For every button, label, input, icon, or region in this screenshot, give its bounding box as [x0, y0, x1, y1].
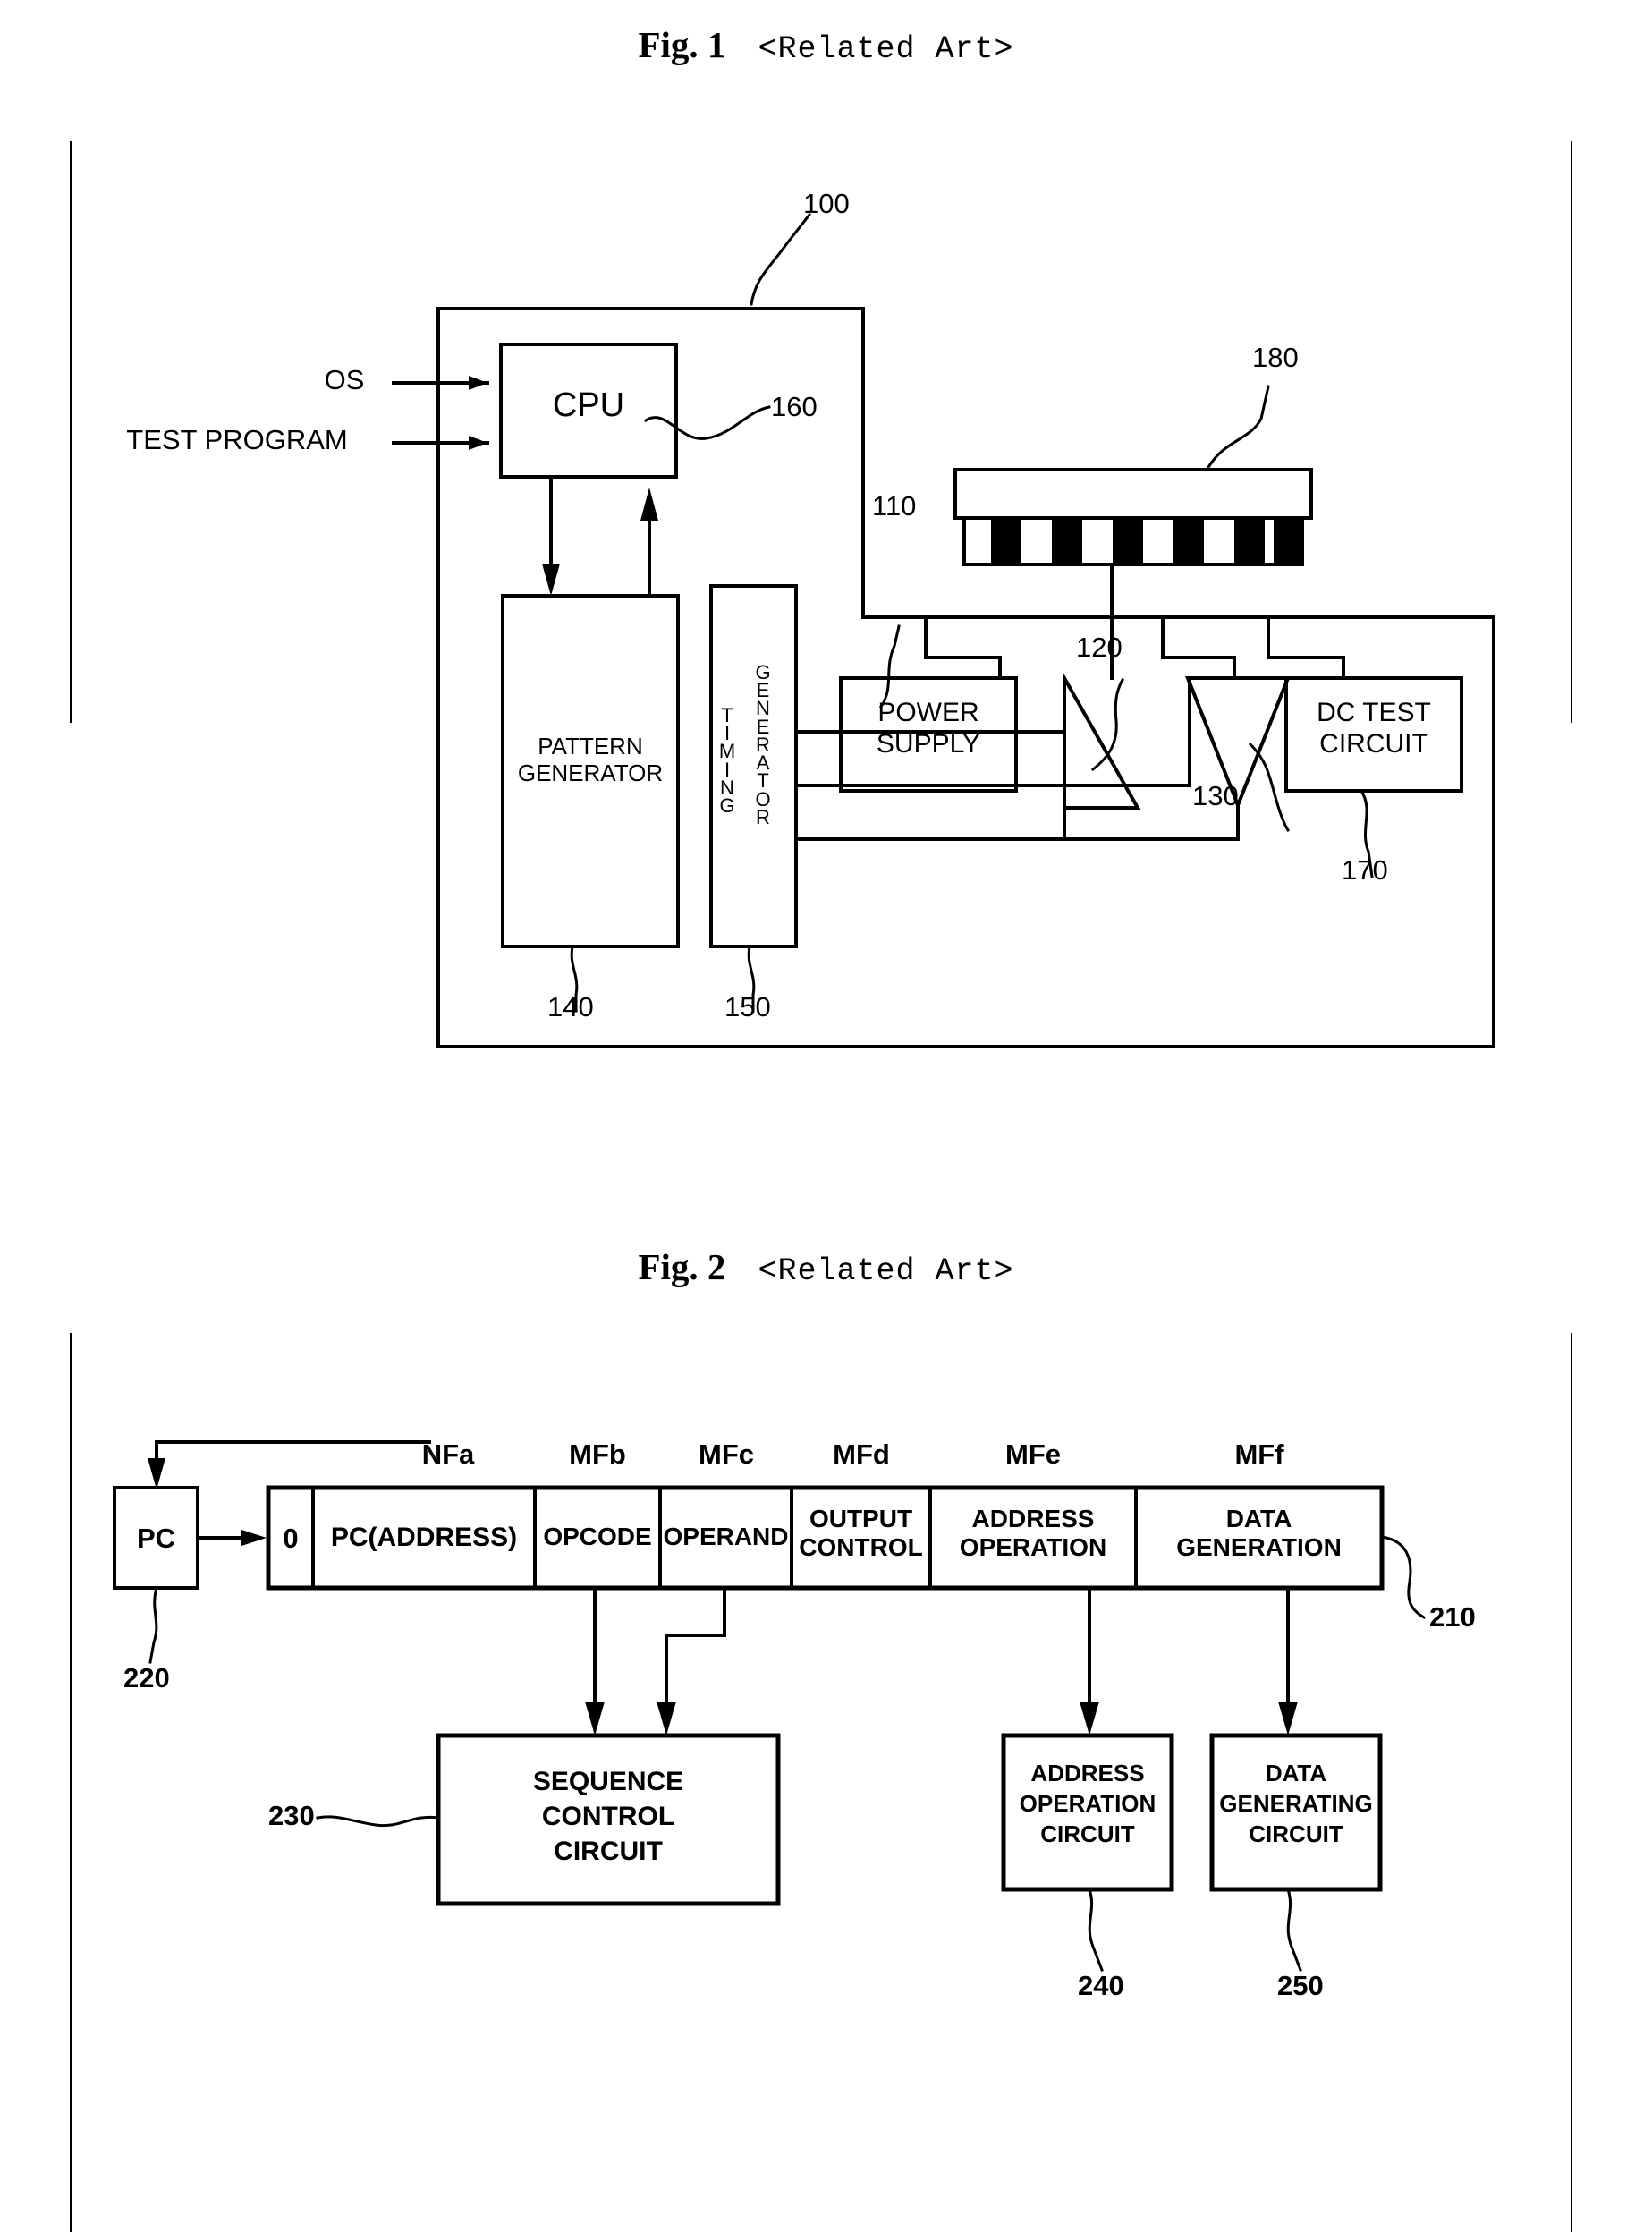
sequence-control-circuit-box [436, 1733, 781, 1906]
leader-250 [1286, 1888, 1302, 1972]
address-operation-circuit-box [1001, 1733, 1174, 1892]
ref-number-240: 240 [1078, 1970, 1124, 2001]
operand-route [665, 1586, 726, 1718]
leader-220 [148, 1586, 158, 1664]
pc-feedback-arrowhead [148, 1458, 165, 1489]
opcode-arrowhead [585, 1702, 605, 1736]
ref-number-220: 220 [123, 1662, 170, 1693]
ref-number-250: 250 [1277, 1970, 1324, 2001]
address-operation-arrowhead [1080, 1702, 1099, 1736]
ref-number-230: 230 [268, 1800, 315, 1831]
data-generation-arrowhead [1278, 1702, 1298, 1736]
leader-240 [1088, 1888, 1104, 1972]
pc-feedback-line [155, 1440, 431, 1473]
data-generating-circuit-box [1209, 1733, 1383, 1892]
instruction-word-strip [266, 1485, 1385, 1591]
operand-arrowhead [657, 1702, 676, 1736]
pc-box [113, 1486, 199, 1590]
figure-2-drawing [113, 1440, 1427, 1972]
ref-number-210: 210 [1429, 1601, 1476, 1633]
leader-230 [316, 1815, 440, 1828]
leader-210 [1380, 1535, 1427, 1620]
pc-to-word-arrowhead [241, 1530, 267, 1546]
